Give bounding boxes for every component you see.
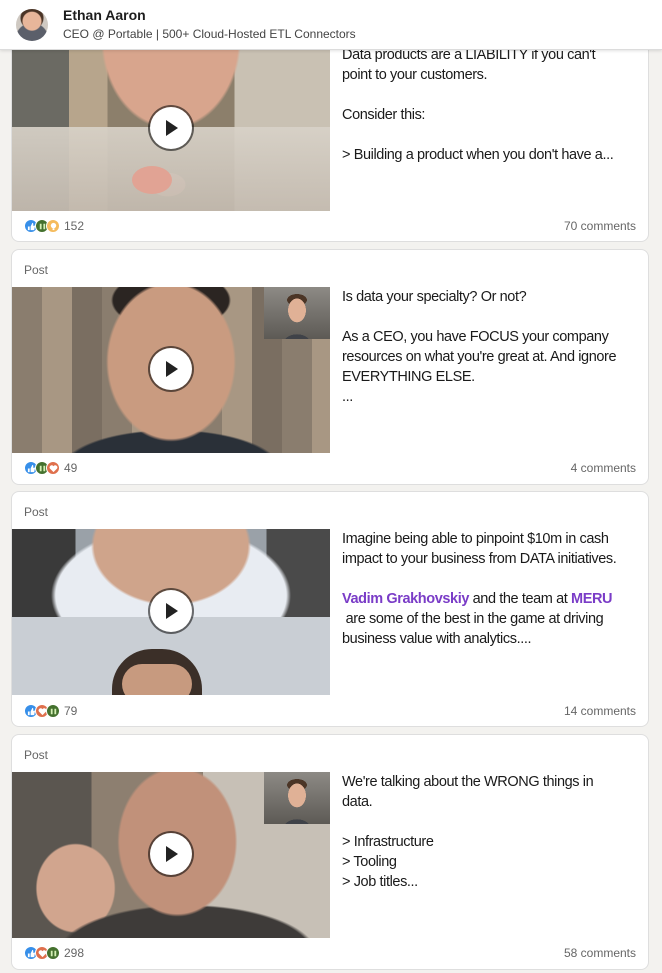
love-icon bbox=[46, 461, 60, 475]
profile-header: Ethan Aaron CEO @ Portable | 500+ Cloud-… bbox=[0, 0, 662, 50]
profile-headline: CEO @ Portable | 500+ Cloud-Hosted ETL C… bbox=[63, 26, 356, 41]
comments-link[interactable]: 4 comments bbox=[571, 461, 636, 475]
reaction-count: 298 bbox=[64, 946, 85, 960]
insightful-icon bbox=[46, 219, 60, 233]
play-button[interactable] bbox=[150, 348, 192, 390]
play-button[interactable] bbox=[150, 833, 192, 875]
video-thumbnail[interactable] bbox=[12, 529, 330, 695]
reaction-count: 49 bbox=[64, 461, 78, 475]
play-button[interactable] bbox=[150, 107, 192, 149]
video-thumbnail[interactable] bbox=[12, 772, 330, 938]
reaction-count: 152 bbox=[64, 219, 85, 233]
video-pip bbox=[264, 772, 330, 824]
post-text: Data products are a LIABILITY if you can… bbox=[342, 47, 614, 163]
avatar[interactable] bbox=[16, 8, 48, 41]
post-label: Post bbox=[24, 263, 49, 277]
comments-link[interactable]: 58 comments bbox=[564, 946, 636, 960]
reactions[interactable]: 152 bbox=[24, 219, 84, 233]
play-button[interactable] bbox=[150, 590, 192, 632]
post-text: Imagine being able to pinpoint $10m in c… bbox=[342, 531, 617, 647]
comments-link[interactable]: 14 comments bbox=[564, 704, 636, 718]
reactions[interactable]: 49 bbox=[24, 461, 77, 475]
celebrate-icon bbox=[46, 946, 60, 960]
mention-link[interactable]: Vadim Grakhovskiy bbox=[342, 591, 469, 607]
comments-link[interactable]: 70 comments bbox=[564, 219, 636, 233]
post-card: Post We're talking about the WRONG thing… bbox=[11, 734, 649, 970]
post-card: Post Imagine being able to pinpoint $10m… bbox=[11, 491, 649, 727]
video-pip bbox=[264, 287, 330, 339]
reactions[interactable]: 79 bbox=[24, 704, 77, 718]
post-text: We're talking about the WRONG things in … bbox=[342, 774, 594, 890]
post-label: Post bbox=[24, 748, 49, 762]
reactions[interactable]: 298 bbox=[24, 946, 84, 960]
celebrate-icon bbox=[46, 704, 60, 718]
profile-name[interactable]: Ethan Aaron bbox=[63, 7, 356, 24]
post-label: Post bbox=[24, 505, 49, 519]
mention-link[interactable]: MERU bbox=[571, 591, 612, 607]
reaction-count: 79 bbox=[64, 704, 78, 718]
video-thumbnail[interactable] bbox=[12, 287, 330, 453]
post-card: Post Is data your specialty? Or not? As … bbox=[11, 249, 649, 485]
post-text: Is data your specialty? Or not? As a CEO… bbox=[342, 289, 617, 405]
